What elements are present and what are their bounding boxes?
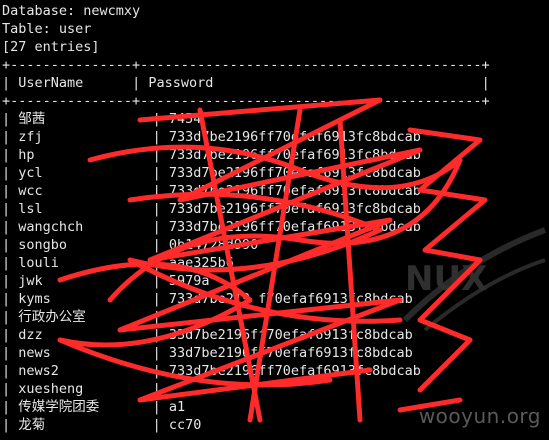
row-username: wcc: [18, 183, 43, 199]
row-username: news2: [18, 363, 59, 379]
row-password: 733d7be2196ff70efaf6913fc8bdcab: [168, 363, 421, 379]
row-username: 行政办公室: [18, 309, 86, 325]
row-password: 733d7be219 f70efaf6913fc8bdcab: [168, 291, 413, 307]
table-line: Table: user: [2, 21, 92, 37]
row-username: songbo: [18, 237, 68, 253]
table-row: | wcc | 733d7be2196ff70efaf6913fc8bdcab: [2, 183, 421, 199]
watermark: wooyun.org: [418, 404, 541, 428]
table-row: | 邹茜 | 7454: [2, 111, 202, 127]
table-border-mid: +---------------+-----------------------…: [2, 93, 490, 109]
table-row: | zfj | 733d7be2196ff70efaf6913fc8bdcab: [2, 129, 421, 145]
row-password: 733d7be2196ff70efaf6913fc8bdcab: [168, 183, 421, 199]
table-row: | xuesheng |: [2, 381, 169, 397]
table-row: | news2 | 733d7be2196ff70efaf6913fc8bdca…: [2, 363, 421, 379]
row-username: jwk: [18, 273, 43, 289]
row-password: 733d7be2196ff70efaf6913fc8bdcab: [168, 129, 421, 145]
table-row: | kyms | 733d7be219 f70efaf6913fc8bdcab: [2, 291, 413, 307]
table-row: | dzz | 33d7be2196ff70efaf6913fc8bdcab: [2, 327, 413, 343]
row-username: kyms: [18, 291, 51, 307]
table-rows: | 邹茜 | 7454 | zfj | 733d7be2196ff70efaf69…: [2, 110, 547, 434]
table-row: | louli | aae325b6: [2, 255, 234, 271]
row-username: news: [18, 345, 51, 361]
table-row: | wangchch | 733d7be2196ff70efaf6913fc8b…: [2, 219, 421, 235]
database-line: Database: newcmxy: [2, 3, 141, 19]
row-password: 733d7be2196ff70efaf6913fc8bdcab: [168, 147, 421, 163]
row-password: 0b14728d990: [168, 237, 259, 253]
table-row: | 行政办公室 |: [2, 309, 169, 325]
terminal-output: Database: newcmxy Table: user [27 entrie…: [2, 2, 547, 434]
row-username: 龙菊: [18, 417, 46, 433]
row-password: 733d7be2196ff70efaf6913fc8bdcab: [168, 201, 421, 217]
row-password: 733d7be2196ff70efaf6913fc8bdcab: [168, 219, 421, 235]
column-password: Password: [148, 75, 214, 91]
row-password: 5979a: [168, 273, 210, 289]
table-row: | hp | 733d7be2196ff70efaf6913fc8bdcab: [2, 147, 421, 163]
row-username: xuesheng: [18, 381, 84, 397]
row-username: hp: [18, 147, 35, 163]
row-password: cc70: [168, 417, 202, 433]
table-row: | news | 33d7be2196ff70efaf6913fc8bdcab: [2, 345, 413, 361]
entries-count: [27 entries]: [2, 39, 100, 55]
row-username: 邹茜: [18, 111, 46, 127]
column-username: UserName: [18, 75, 84, 91]
table-row: | ycl | 733d7be2196ff70efaf6913fc8bdcab: [2, 165, 421, 181]
table-border-top: +---------------+-----------------------…: [2, 57, 490, 73]
table-row: | songbo | 0b14728d990: [2, 237, 259, 253]
row-username: ycl: [18, 165, 43, 181]
row-password: 33d7be2196ff70efaf6913fc8bdcab: [168, 345, 413, 361]
row-password: 7454: [168, 111, 202, 127]
row-username: wangchch: [18, 219, 84, 235]
row-password: 33d7be2196ff70efaf6913fc8bdcab: [168, 327, 413, 343]
row-username: zfj: [18, 129, 43, 145]
row-username: dzz: [18, 327, 43, 343]
row-username: lsl: [18, 201, 43, 217]
table-row: | jwk | 5979a: [2, 273, 210, 289]
table-row: | lsl | 733d7be2196ff70efaf6913fc8bdcab: [2, 201, 421, 217]
row-username: 传媒学院团委: [18, 399, 100, 415]
row-password: 733d7be2196ff70efaf6913fc8bdcab: [168, 165, 421, 181]
row-password: a1: [168, 399, 186, 415]
table-header-row: | UserName | Password |: [2, 75, 490, 91]
row-username: louli: [18, 255, 59, 271]
row-password: aae325b6: [168, 255, 234, 271]
